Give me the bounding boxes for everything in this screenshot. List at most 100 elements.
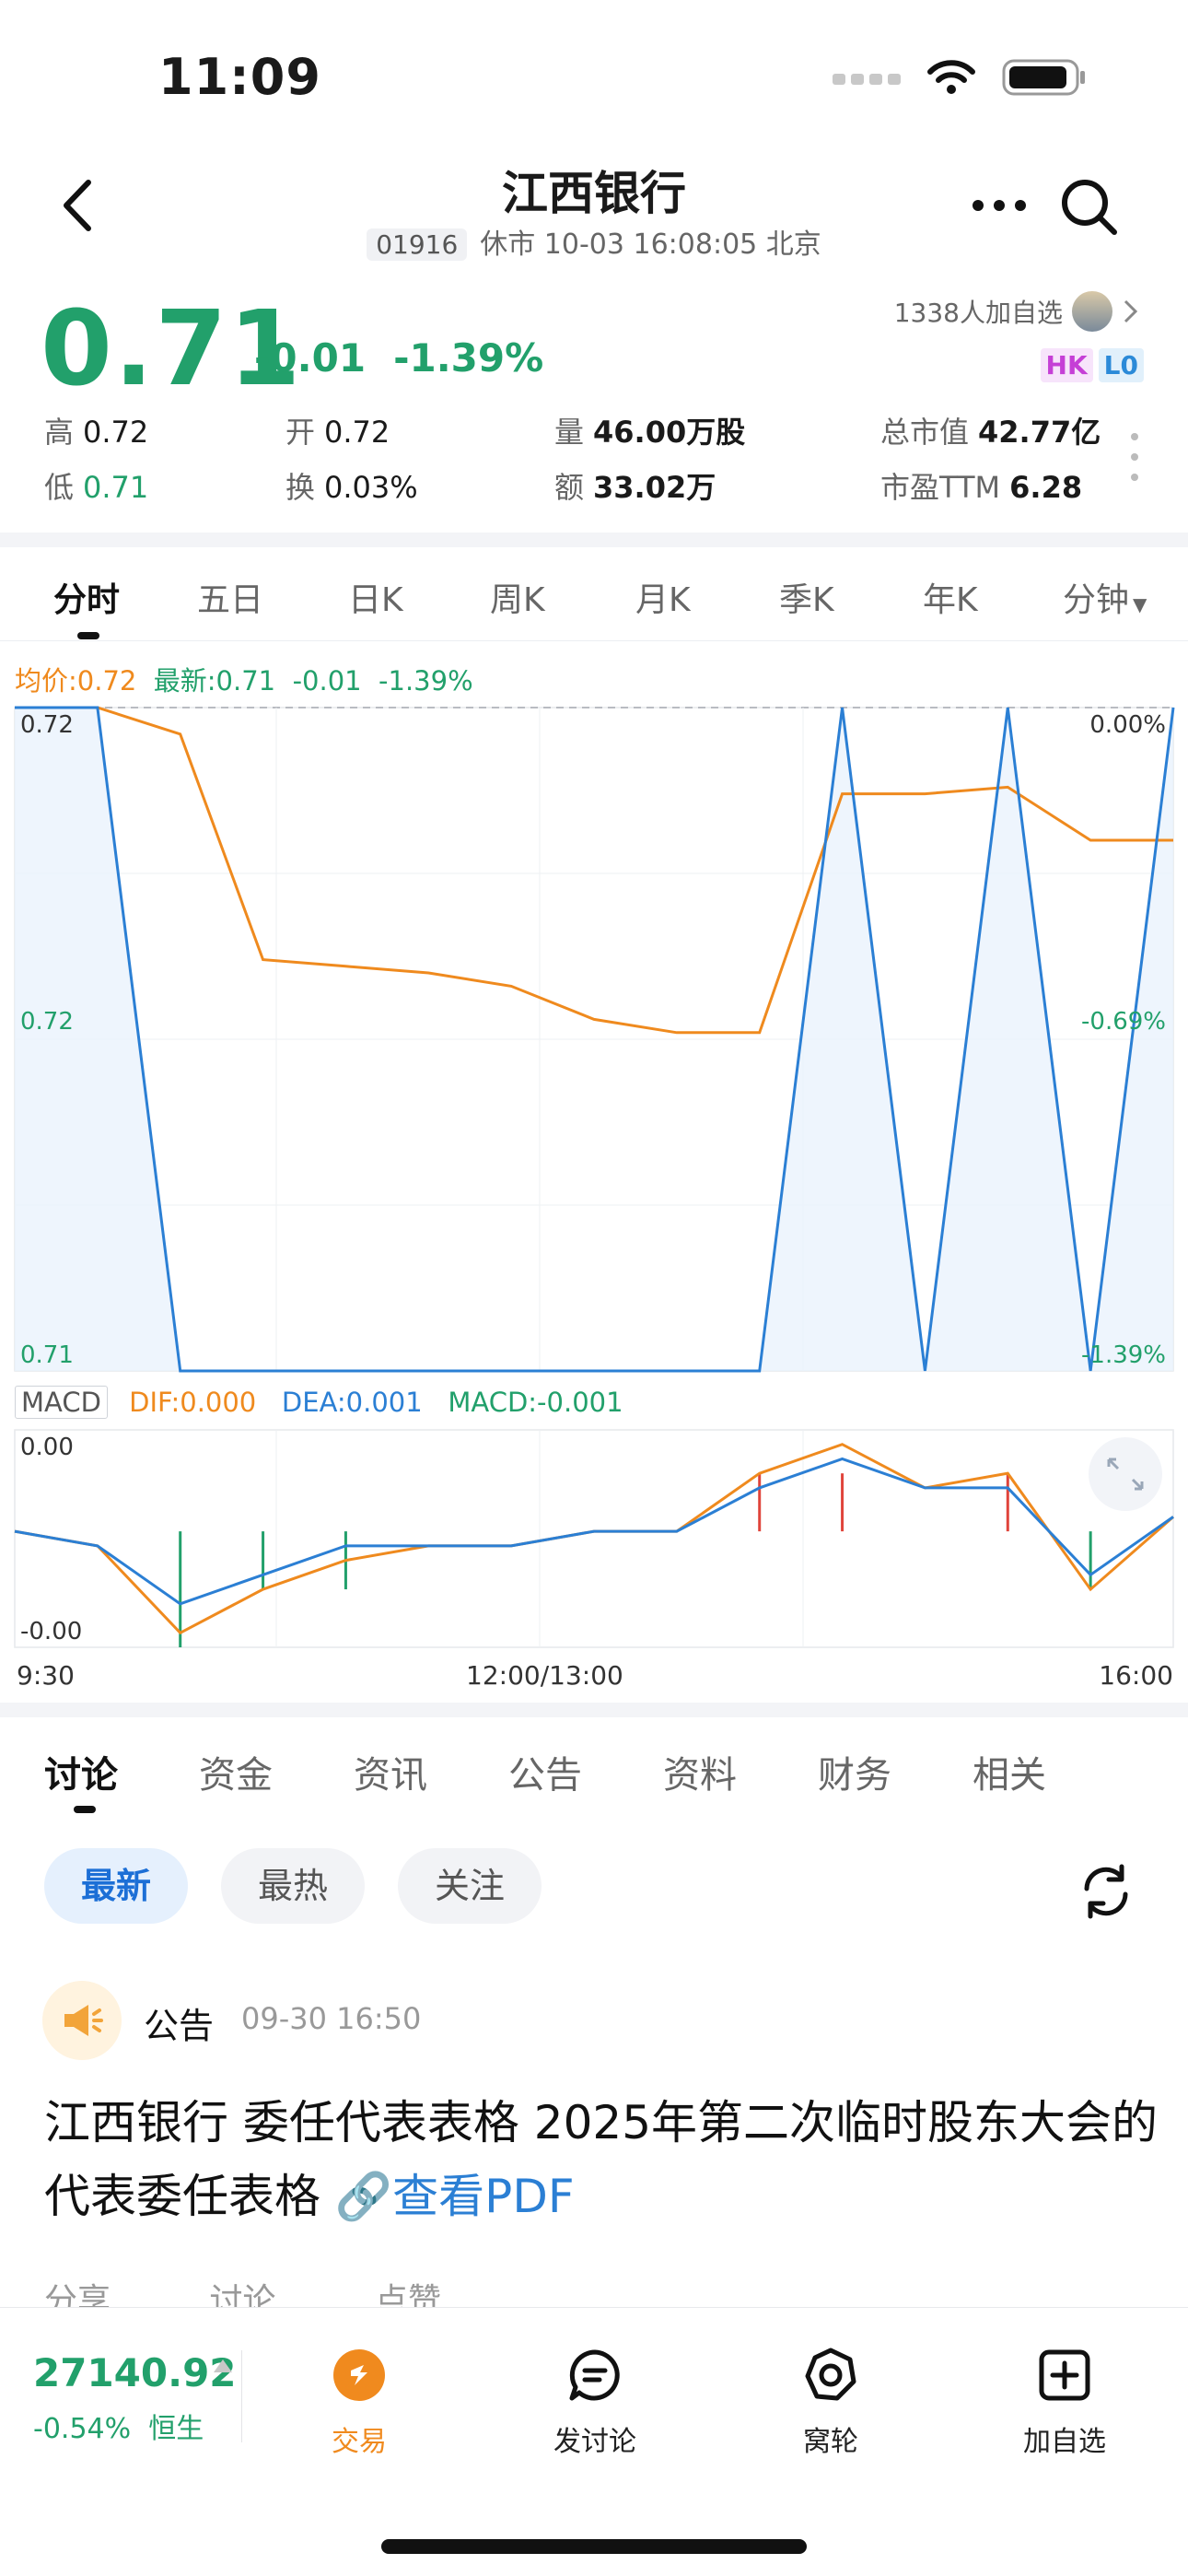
wifi-icon [927, 60, 975, 94]
tab-news[interactable]: 资讯 [354, 1745, 427, 1798]
nav-post-label: 发讨论 [553, 2426, 636, 2458]
refresh-icon[interactable] [1076, 1861, 1136, 1922]
stat-high: 高 0.72 [44, 409, 148, 451]
nav-trade-label: 交易 [332, 2426, 387, 2458]
tab-weekly-k[interactable]: 周K [490, 573, 545, 621]
nav-bar: 江西银行 01916 休市 10-03 16:08:05 北京 [0, 147, 1188, 276]
tab-5day[interactable]: 五日 [197, 573, 263, 621]
tab-intraday[interactable]: 分时 [53, 573, 120, 621]
view-pdf-link[interactable]: 🔗查看PDF [335, 2170, 575, 2223]
tab-announcements[interactable]: 公告 [508, 1745, 582, 1798]
chart-period-tabs: 分时 五日 日K 周K 月K 季K 年K 分钟 ▼ [0, 553, 1188, 641]
filter-latest[interactable]: 最新 [44, 1848, 189, 1924]
stat-value: 6.28 [1009, 470, 1083, 505]
stat-label: 开 [285, 415, 316, 450]
macd-indicator-button[interactable]: MACD [15, 1386, 108, 1419]
nav-post-discussion[interactable]: 发讨论 [512, 2345, 678, 2459]
y-tick-left: 0.72 [20, 711, 74, 739]
warrant-icon [805, 2348, 856, 2401]
status-icons [833, 57, 1087, 98]
tab-financials[interactable]: 财务 [818, 1745, 891, 1798]
nav-add-watchlist[interactable]: 加自选 [982, 2345, 1147, 2459]
intraday-chart[interactable] [0, 700, 1188, 1695]
watchers-link[interactable]: 1338人加自选 [894, 291, 1140, 332]
tab-quarterly-k[interactable]: 季K [779, 573, 834, 621]
quote-panel: 0.71 -0.01 -1.39% 1338人加自选 HK L0 高 0.72 低0… [0, 276, 1188, 530]
index-change-pct: -0.54% [33, 2413, 132, 2445]
change-value: -0.01 [254, 335, 367, 381]
index-change: -0.54% 恒生 [33, 2406, 204, 2446]
avatar [1072, 291, 1112, 332]
chat-bubble-icon [569, 2349, 620, 2401]
dif-line [14, 1443, 1174, 1635]
stat-volume: 量 46.00万股 [554, 409, 745, 451]
watchers-count: 1338人加自选 [893, 298, 1063, 328]
divider [0, 533, 1188, 547]
chart-legend: 均价:0.72 最新:0.71 -0.01 -1.39% [15, 660, 473, 698]
stat-label: 高 [44, 415, 75, 450]
stat-value: 0.71 [83, 470, 149, 505]
post-source: 公告 [144, 2006, 215, 2046]
stat-open: 开 0.72 [285, 409, 390, 451]
stat-label: 市盈TTM [880, 470, 1001, 505]
filter-hot[interactable]: 最热 [221, 1848, 366, 1924]
nav-warrants[interactable]: 窝轮 [748, 2345, 914, 2459]
status-bar: 11:09 [0, 0, 1188, 147]
y-tick-right: -1.39% [1081, 1341, 1166, 1369]
tab-daily-k[interactable]: 日K [348, 573, 403, 621]
tab-discussion[interactable]: 讨论 [44, 1745, 118, 1798]
stock-code: 01916 [367, 228, 468, 261]
x-tick: 12:00/13:00 [466, 1660, 623, 1691]
collapse-icon[interactable] [1089, 1437, 1162, 1511]
megaphone-icon [42, 1981, 122, 2060]
stat-mktcap: 总市值 42.77亿 [880, 409, 1101, 451]
dea-value: DEA:0.001 [281, 1387, 423, 1418]
more-icon[interactable] [967, 182, 1031, 228]
caret-down-icon: ▼ [1133, 593, 1147, 615]
stat-turnover: 换 0.03% [285, 464, 418, 507]
index-value[interactable]: 27140.92 [33, 2350, 237, 2395]
tab-funds[interactable]: 资金 [199, 1745, 273, 1798]
macd-legend: MACD DIF:0.000 DEA:0.001 MACD:-0.001 [15, 1386, 623, 1419]
tab-indicator [74, 1806, 96, 1813]
filter-follow[interactable]: 关注 [398, 1848, 542, 1924]
tab-related[interactable]: 相关 [973, 1745, 1046, 1798]
avg-price: 均价:0.72 [15, 665, 137, 697]
post-time: 09-30 16:50 [241, 2001, 422, 2036]
change-percent: -1.39% [393, 335, 544, 381]
tab-minute-label: 分钟 [1063, 581, 1130, 619]
y-tick-left: 0.71 [20, 1341, 74, 1369]
tab-indicator [77, 632, 99, 639]
stat-label: 额 [554, 470, 585, 505]
stat-label: 换 [285, 470, 316, 505]
index-arrow-icon [214, 2359, 232, 2372]
y-tick-right: -0.69% [1081, 1008, 1166, 1036]
add-square-icon [1039, 2349, 1090, 2401]
stat-amount: 额 33.02万 [554, 464, 716, 507]
market-status: 休市 10-03 16:08:05 北京 [480, 228, 821, 261]
vertical-more-icon[interactable] [1129, 429, 1140, 485]
content-tabs: 讨论 资金 资讯 公告 资料 财务 相关 [0, 1741, 1188, 1830]
chevron-right-icon [1124, 299, 1138, 323]
x-tick: 16:00 [1099, 1660, 1173, 1691]
dif-value: DIF:0.000 [129, 1387, 257, 1418]
battery-icon [1002, 59, 1085, 96]
tab-yearly-k[interactable]: 年K [923, 573, 978, 621]
stat-value: 42.77亿 [978, 415, 1101, 450]
tab-minute[interactable]: 分钟 ▼ [1063, 573, 1147, 621]
hk-tag: HK [1040, 348, 1093, 382]
nav-warrants-label: 窝轮 [803, 2426, 858, 2458]
nav-trade[interactable]: 交易 [276, 2345, 442, 2459]
tab-monthly-k[interactable]: 月K [635, 573, 691, 621]
tab-profile[interactable]: 资料 [663, 1745, 737, 1798]
y-tick-right: 0.00% [1089, 711, 1166, 739]
search-icon[interactable] [1057, 175, 1122, 240]
macd-plot [14, 1443, 1174, 1647]
x-tick: 9:30 [17, 1660, 75, 1691]
stat-low: 低 0.71 [44, 464, 148, 507]
dea-line [14, 1457, 1174, 1606]
macd-value: MACD:-0.001 [448, 1387, 623, 1418]
bottom-bar: 27140.92 -0.54% 恒生 交易 发讨论 窝轮 加自选 [0, 2307, 1188, 2576]
stat-label: 总市值 [880, 415, 970, 450]
signal-icon [833, 74, 901, 85]
